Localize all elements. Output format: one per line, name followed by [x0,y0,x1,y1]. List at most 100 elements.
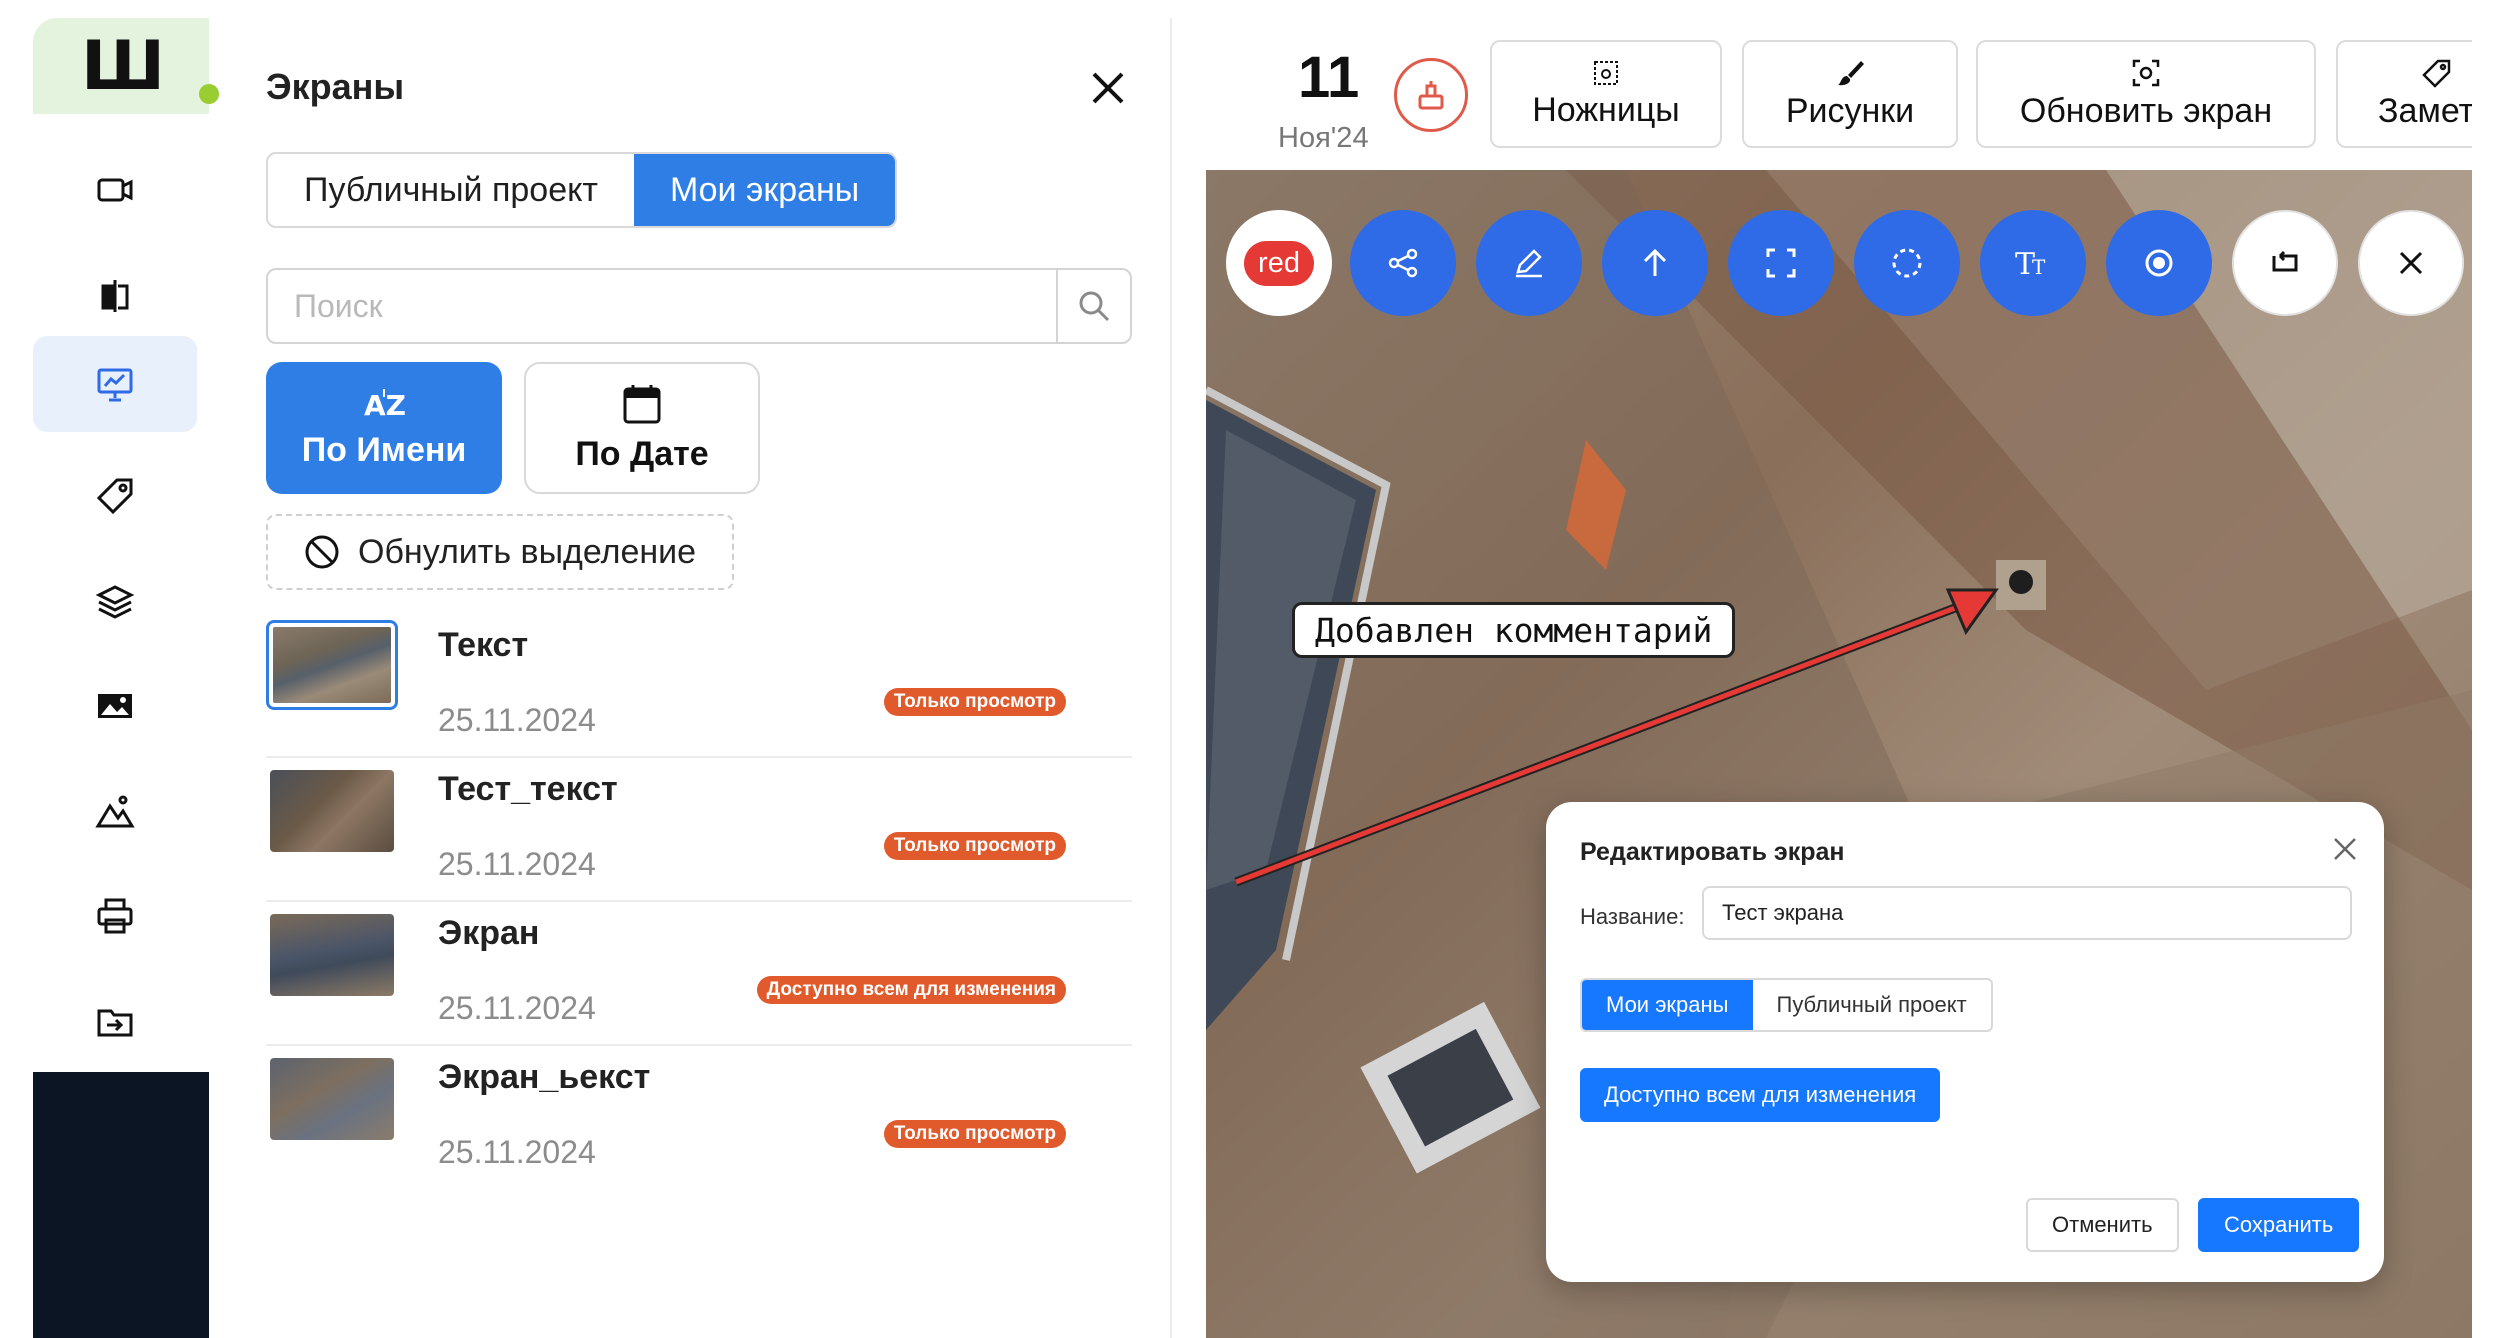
tag-icon [2422,59,2451,88]
date-day: 11 [1298,45,1360,110]
fullscreen-icon [1766,248,1796,278]
screen-thumbnail [266,620,398,710]
mountains-icon [95,795,135,828]
screens-panel: Экраны Публичный проект Мои экраны AZ По… [228,18,1172,1338]
screen-name-input[interactable] [1702,886,2352,940]
arrow-button[interactable] [1602,210,1708,316]
stamp-icon [1418,81,1444,110]
color-picker-button[interactable]: red [1226,210,1332,316]
tag-icon [96,478,133,515]
screen-title: Тест_текст [438,770,618,808]
text-tool-button[interactable]: TT [1980,210,2086,316]
date-month: Ноя'24 [1278,122,1369,154]
name-label: Название: [1580,904,1685,929]
close-icon[interactable] [1086,66,1130,110]
screen-title: Текст [438,626,529,664]
reset-selection-button[interactable]: Обнулить выделение [266,514,734,590]
fullscreen-button[interactable] [1728,210,1834,316]
scissors-button[interactable]: Ножницы [1490,40,1722,148]
screen-date: 25.11.2024 [438,1134,596,1170]
sidebar-item-compare[interactable] [33,248,197,344]
text-icon: TT [2015,247,2046,280]
scissors-label: Ножницы [1532,90,1680,129]
pencil-icon [1516,249,1542,278]
notes-button[interactable]: Замет [2336,40,2472,148]
screen-title: Экран [438,914,540,952]
panel-tabs: Публичный проект Мои экраны [266,152,898,228]
close-drawing-button[interactable] [2358,210,2464,316]
lasso-button[interactable] [1854,210,1960,316]
save-button[interactable]: Сохранить [2198,1198,2360,1252]
status-badge: Доступно всем для изменения [756,976,1066,1004]
screen-thumbnail [270,1058,394,1140]
reset-selection-label: Обнулить выделение [358,532,697,571]
undo-icon [2272,250,2298,272]
status-badge: Только просмотр [883,1120,1066,1148]
search-icon [1079,291,1110,322]
printer-icon [97,898,133,934]
sidebar-item-print[interactable] [33,868,197,964]
viewer-toolbar: 11 Ноя'24 Ножницы Рисунки Обновить экран… [1206,18,2472,170]
list-item[interactable]: Текст 25.11.2024 Только просмотр [266,614,1132,758]
sort-by-date-button[interactable]: По Дате [524,362,760,494]
list-item[interactable]: Тест_текст 25.11.2024 Только просмотр [266,758,1132,902]
drawings-button[interactable]: Рисунки [1742,40,1958,148]
refresh-screen-label: Обновить экран [2019,91,2273,130]
presentation-icon [97,368,133,402]
sidebar-item-layers[interactable] [33,554,197,650]
sort-az-icon: AZ [364,388,406,421]
logo-dot [199,84,219,104]
cancel-button[interactable]: Отменить [2026,1198,2179,1252]
undo-button[interactable] [2232,210,2338,316]
access-toggle-button[interactable]: Доступно всем для изменения [1580,1068,1941,1122]
search-button[interactable] [1056,270,1130,342]
color-label: red [1244,240,1314,286]
tab-my-screens[interactable]: Мои экраны [633,154,896,226]
pencil-button[interactable] [1476,210,1582,316]
lasso-circle-icon [1892,248,1922,278]
record-button[interactable] [2106,210,2212,316]
sidebar-item-import[interactable] [33,974,197,1070]
refresh-screen-button[interactable]: Обновить экран [1976,40,2316,148]
close-icon[interactable] [2330,834,2360,864]
sidebar-item-terrain[interactable] [33,764,197,860]
screenshot-icon [1594,60,1618,85]
sidebar-item-images[interactable] [33,658,197,754]
status-badge: Только просмотр [883,688,1066,716]
dialog-tab-my-screens[interactable]: Мои экраны [1582,980,1753,1030]
list-item[interactable]: Экран_ьекст 25.11.2024 Только просмотр [266,1046,1132,1190]
sidebar-dark-footer [33,1072,209,1338]
block-icon [305,535,339,569]
app-logo[interactable]: Ш [33,18,219,114]
sort-by-name-button[interactable]: AZ По Имени [266,362,502,494]
sidebar-item-screens[interactable] [33,336,197,432]
record-icon [2145,249,2173,277]
pin-button[interactable] [1394,58,1468,132]
comment-label[interactable]: Добавлен комментарий [1292,602,1736,658]
screen-date: 25.11.2024 [438,990,596,1026]
screen-title: Экран_ьекст [438,1058,651,1096]
tab-public-project[interactable]: Публичный проект [268,154,634,226]
screen-date: 25.11.2024 [438,702,596,738]
logo-text: Ш [80,26,165,106]
dialog-tab-public-project[interactable]: Публичный проект [1753,980,1991,1030]
status-badge: Только просмотр [883,832,1066,860]
panel-title: Экраны [266,66,405,107]
share-button[interactable] [1350,210,1456,316]
sort-by-name-label: По Имени [301,430,467,469]
screen-thumbnail [270,914,394,996]
notes-label: Замет [2378,91,2472,130]
sidebar-item-tags[interactable] [33,448,197,544]
list-item[interactable]: Экран 25.11.2024 Доступно всем для измен… [266,902,1132,1046]
screen-viewer: 11 Ноя'24 Ножницы Рисунки Обновить экран… [1206,18,2472,1338]
search-input[interactable] [268,270,1056,342]
screen-thumbnail [270,770,394,852]
compare-icon [101,280,129,312]
arrow-up-icon [1643,248,1667,276]
refresh-capture-icon [2132,59,2160,86]
screen-date: 25.11.2024 [438,846,596,882]
folder-import-icon [97,1009,133,1037]
calendar-icon [623,384,661,423]
sidebar-rail: Ш [33,18,219,1338]
sidebar-item-video[interactable] [33,142,197,238]
